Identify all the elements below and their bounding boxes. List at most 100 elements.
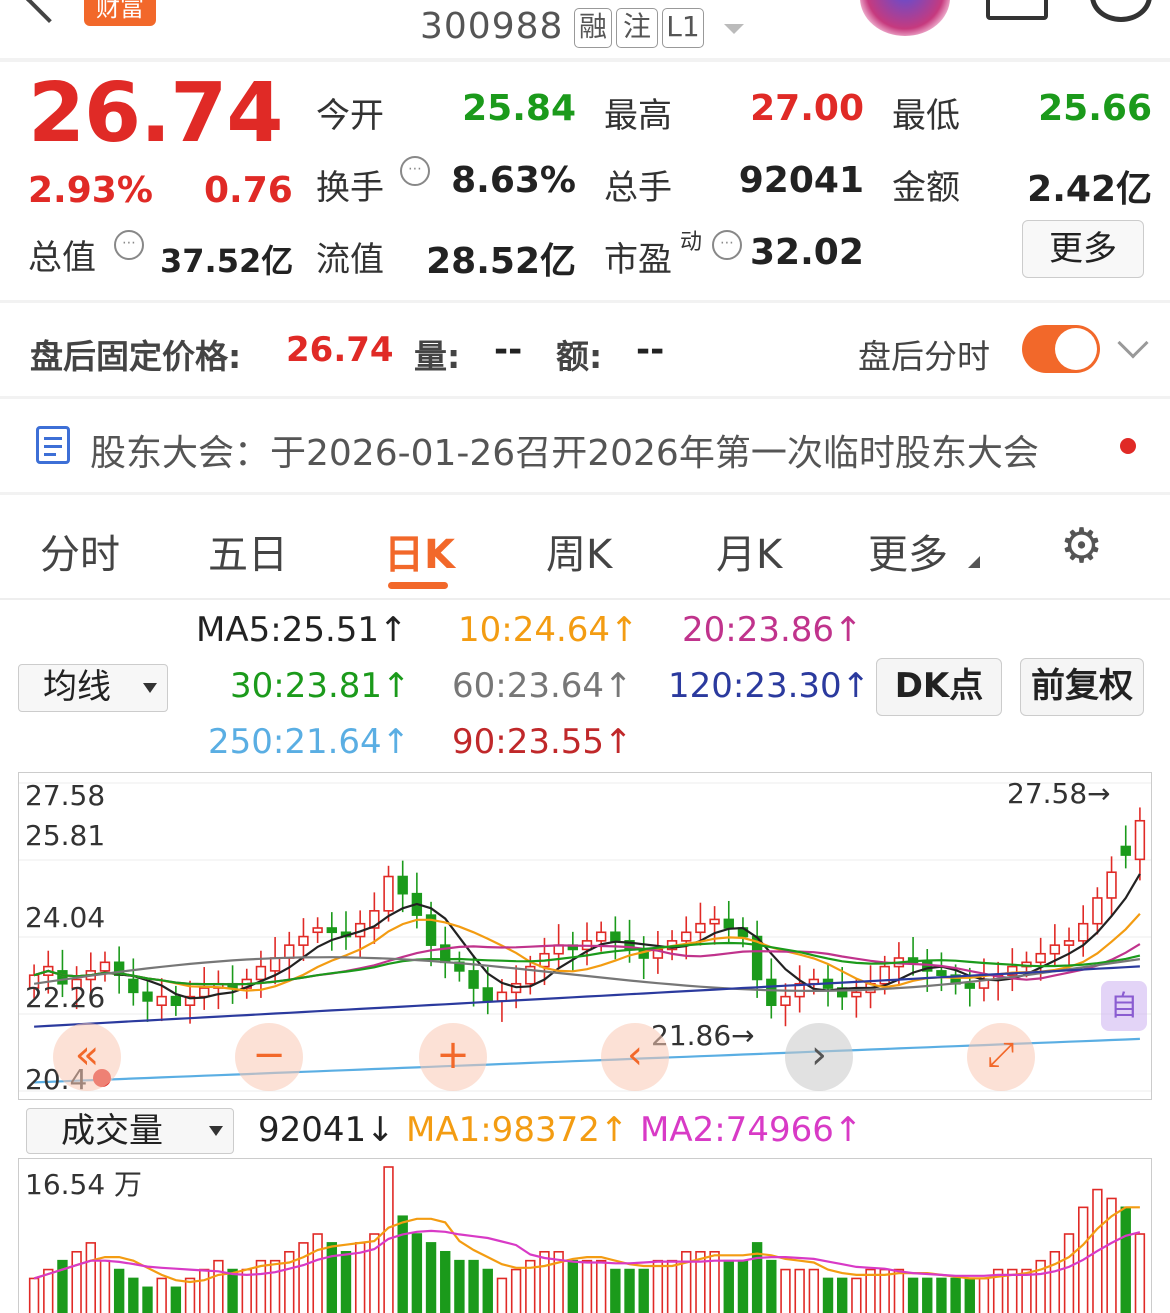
change-percent: 2.93% xyxy=(28,170,153,211)
amount-value: 2.42亿 xyxy=(1027,169,1152,210)
after-hours-volume: -- xyxy=(494,330,523,370)
margin-badge: 融 xyxy=(574,8,612,48)
candle-body xyxy=(284,944,295,959)
search-icon[interactable] xyxy=(1090,0,1152,22)
pe-info-icon[interactable]: ⋯ xyxy=(712,230,742,260)
volume-bar xyxy=(936,1277,947,1313)
zoom-out-icon[interactable]: − xyxy=(235,1023,303,1091)
volume-bar xyxy=(865,1268,876,1313)
tab-monthly-k[interactable]: 月K xyxy=(716,522,782,580)
volume-bar xyxy=(652,1259,664,1313)
pe-label: 市盈 xyxy=(604,240,672,280)
candle-body xyxy=(1134,819,1146,861)
volume-bar xyxy=(978,1277,990,1313)
high-value: 27.00 xyxy=(750,88,864,129)
volume-bar xyxy=(666,1259,678,1313)
candle-body xyxy=(709,918,720,925)
active-tab-indicator xyxy=(388,582,448,589)
avatar[interactable] xyxy=(860,0,950,36)
volume-bar xyxy=(922,1277,933,1313)
candle-body xyxy=(496,991,508,1002)
candle-body xyxy=(1078,922,1089,942)
forward-adjust-button[interactable]: 前复权 xyxy=(1020,658,1144,716)
volume-bar xyxy=(581,1259,593,1313)
registration-badge: 注 xyxy=(616,8,658,48)
back-icon[interactable] xyxy=(24,0,74,24)
volume-bar xyxy=(595,1259,607,1313)
shareholder-meeting-notice[interactable]: 股东大会：于2026-01-26召开2026年第一次临时股东大会 xyxy=(90,424,1039,476)
dropdown-caret-icon[interactable] xyxy=(724,24,744,34)
candle-body xyxy=(1049,944,1061,955)
after-hours-label: 盘后固定价格: xyxy=(30,337,242,376)
scroll-left-icon[interactable]: ‹ xyxy=(601,1023,669,1091)
candle-body xyxy=(128,978,139,994)
tab-weekly-k[interactable]: 周K xyxy=(546,522,612,580)
brand-logo: 财富 xyxy=(84,0,156,26)
volume-bar xyxy=(780,1268,791,1313)
watchlist-icon[interactable] xyxy=(986,0,1048,20)
tab-five-day[interactable]: 五日 xyxy=(208,522,288,580)
candle-body xyxy=(851,991,862,998)
volume-bar xyxy=(836,1277,848,1313)
volume-bar xyxy=(170,1286,182,1313)
candle-body xyxy=(312,927,323,934)
candle-body xyxy=(326,927,338,934)
candle-body xyxy=(99,961,111,972)
last-price: 26.74 xyxy=(28,66,283,161)
volume-bar xyxy=(794,1268,805,1313)
scroll-right-icon[interactable]: › xyxy=(785,1023,853,1091)
volume-bar xyxy=(142,1286,153,1313)
auto-scale-button[interactable]: 自 xyxy=(1101,981,1147,1031)
change-amount: 0.76 xyxy=(204,170,293,211)
unread-dot xyxy=(1120,438,1136,454)
zoom-in-icon[interactable]: + xyxy=(419,1023,487,1091)
settings-gear-icon[interactable]: ⚙ xyxy=(1060,522,1103,570)
scroll-left-fast-icon[interactable]: « xyxy=(53,1023,121,1091)
ma20-value: 20:23.86↑ xyxy=(682,610,863,650)
candle-body xyxy=(766,978,777,1007)
y-label-max: 27.58 xyxy=(25,779,106,812)
tab-more[interactable]: 更多 xyxy=(868,522,948,580)
kline-chart[interactable]: 27.58 25.81 24.04 22.26 20.4 27.58→ 21.8… xyxy=(18,772,1152,1100)
volume-ma1: MA1:98372↑ xyxy=(406,1110,629,1150)
volume-bar xyxy=(213,1259,224,1313)
fullscreen-icon[interactable]: ⤢ xyxy=(967,1023,1035,1091)
candle-body xyxy=(780,995,791,1007)
notice-icon xyxy=(36,426,70,464)
stock-detail-screen: 财富 300988 融 注 L1 26.74 2.93% 0.76 总值 ⋯ 3… xyxy=(0,0,1170,1313)
open-value: 25.84 xyxy=(462,88,576,129)
volume-selector[interactable]: 成交量 xyxy=(26,1108,234,1154)
candle-body xyxy=(482,987,493,1002)
volume-bar xyxy=(312,1233,323,1313)
volume-bar xyxy=(128,1277,139,1313)
more-quote-button[interactable]: 更多 xyxy=(1022,220,1144,278)
candle-body xyxy=(199,987,210,998)
candle-body xyxy=(1106,871,1117,899)
candle-body xyxy=(1092,897,1103,925)
dk-point-button[interactable]: DK点 xyxy=(876,658,1002,716)
candle-body xyxy=(610,931,621,942)
ma250-value: 250:21.64↑ xyxy=(208,722,411,762)
volume-chart[interactable]: 16.54 万 xyxy=(18,1158,1152,1313)
candle-body xyxy=(468,970,479,989)
volume-bar xyxy=(567,1259,579,1313)
chevron-down-icon[interactable] xyxy=(1117,327,1149,359)
volume-bar xyxy=(1134,1233,1146,1313)
volume-bar xyxy=(822,1277,834,1313)
more-caret-icon xyxy=(968,556,980,568)
after-hours-toggle[interactable] xyxy=(1022,325,1100,373)
ma30-value: 30:23.81↑ xyxy=(230,666,411,706)
volume-bar xyxy=(227,1268,238,1313)
turnover-info-icon[interactable]: ⋯ xyxy=(400,156,430,186)
candle-body xyxy=(936,970,947,976)
ma-selector[interactable]: 均线 xyxy=(18,664,168,712)
stock-code: 300988 xyxy=(420,6,564,47)
volume-bar xyxy=(624,1268,635,1313)
ma60-value: 60:23.64↑ xyxy=(452,666,633,706)
y-label-4: 22.26 xyxy=(25,981,106,1014)
tab-daily-k[interactable]: 日K xyxy=(384,522,455,580)
more-info-icon[interactable]: ⋯ xyxy=(114,230,144,260)
low-value: 25.66 xyxy=(1038,88,1152,129)
float-cap-label: 流值 xyxy=(316,240,384,280)
tab-intraday[interactable]: 分时 xyxy=(40,522,120,580)
